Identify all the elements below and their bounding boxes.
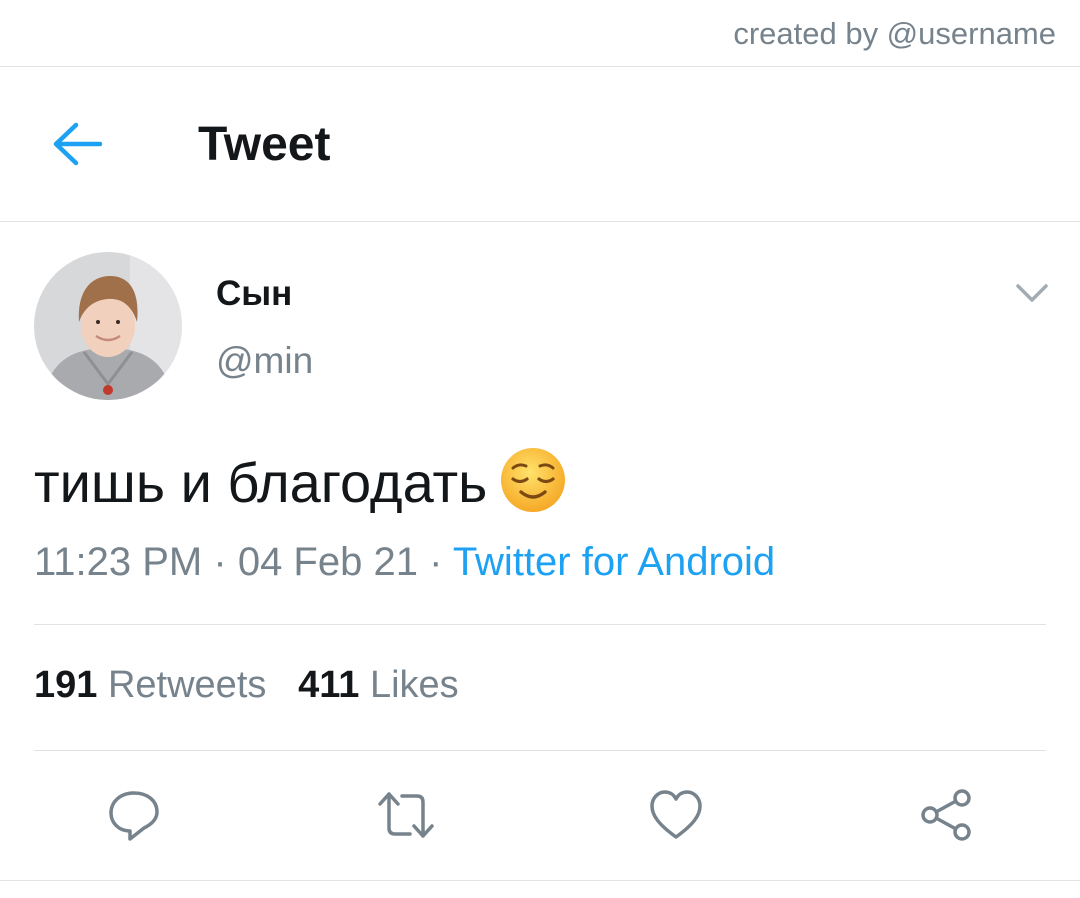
back-arrow-icon[interactable] — [50, 119, 106, 169]
avatar[interactable] — [34, 252, 182, 400]
credit-text: created by @username — [733, 16, 1056, 51]
retweets-count: 191 — [34, 664, 98, 706]
tweet-body: тишь и благодать — [34, 451, 488, 514]
divider — [34, 750, 1046, 751]
meta-separator: · — [429, 540, 443, 584]
chevron-down-icon[interactable] — [1012, 278, 1052, 308]
bottom-divider — [0, 880, 1080, 881]
tweet-date: 04 Feb 21 — [237, 540, 418, 584]
tweet-stats: 191 Retweets 411 Likes — [34, 664, 459, 707]
like-icon[interactable] — [648, 788, 704, 842]
handle[interactable]: @min — [216, 340, 313, 382]
display-name[interactable]: Сын — [216, 274, 292, 314]
tweet-meta: 11:23 PM · 04 Feb 21 · Twitter for Andro… — [34, 540, 775, 585]
tweet-time: 11:23 PM — [34, 540, 203, 584]
page-title: Tweet — [198, 118, 331, 171]
likes-count: 411 — [298, 664, 360, 706]
relieved-face-emoji-icon — [499, 446, 567, 514]
credit-bar: created by @username — [0, 0, 1080, 67]
tweet-source-link[interactable]: Twitter for Android — [453, 540, 775, 584]
divider — [34, 624, 1046, 625]
tweet-text: тишь и благодать — [34, 446, 567, 515]
retweets-label: Retweets — [107, 664, 267, 706]
app-bar: Tweet — [0, 67, 1080, 222]
meta-separator: · — [213, 540, 227, 584]
retweet-icon[interactable] — [376, 788, 434, 842]
reply-icon[interactable] — [106, 788, 162, 842]
likes-label: Likes — [369, 664, 459, 706]
retweets-stat[interactable]: 191 Retweets — [34, 664, 266, 706]
share-icon[interactable] — [918, 788, 974, 842]
likes-stat[interactable]: 411 Likes — [298, 664, 459, 706]
